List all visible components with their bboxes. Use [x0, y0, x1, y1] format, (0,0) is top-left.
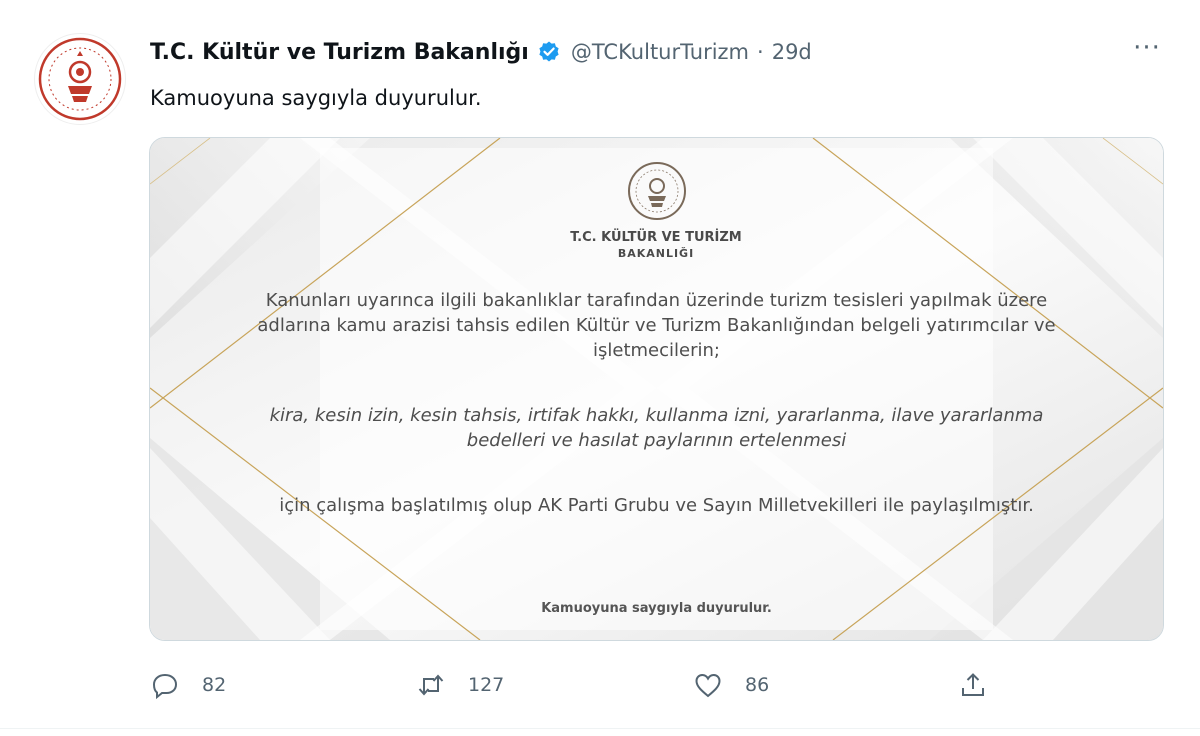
avatar[interactable] [34, 33, 126, 125]
tweet-text: Kamuoyuna saygıyla duyurulur. [150, 86, 482, 110]
divider [0, 728, 1200, 729]
retweet-count: 127 [468, 674, 505, 696]
organization-name-line2: BAKANLIĞI [617, 247, 695, 260]
notice-footer: Kamuoyuna saygıyla duyurulur. [541, 601, 772, 616]
reply-button[interactable]: 82 [150, 668, 226, 702]
like-count: 86 [745, 674, 770, 696]
notice-paragraph-2: kira, kesin izin, kesin tahsis, irtifak … [269, 405, 1044, 451]
more-icon[interactable]: ··· [1130, 35, 1164, 66]
like-button[interactable]: 86 [693, 668, 769, 702]
ministry-emblem-icon [628, 162, 686, 220]
author-name[interactable]: T.C. Kültür ve Turizm Bakanlığı [150, 40, 529, 65]
reply-icon [150, 670, 180, 700]
tweet-time[interactable]: 29d [772, 40, 812, 64]
share-icon [958, 670, 988, 700]
notice-paragraph-1: Kanunları uyarınca ilgili bakanlıklar ta… [257, 290, 1056, 361]
like-icon [693, 670, 723, 700]
verified-badge-icon [537, 40, 561, 64]
separator-dot: · [757, 40, 764, 64]
tweet-media-image[interactable]: T.C. KÜLTÜR VE TURİZM BAKANLIĞI Kanunlar… [149, 137, 1164, 641]
tweet-header: T.C. Kültür ve Turizm Bakanlığı @TCKultu… [150, 36, 812, 68]
share-button[interactable] [958, 668, 988, 702]
tweet[interactable]: T.C. Kültür ve Turizm Bakanlığı @TCKultu… [0, 0, 1200, 736]
ministry-logo-icon [38, 37, 122, 121]
organization-name-line1: T.C. KÜLTÜR VE TURİZM [570, 230, 742, 245]
reply-count: 82 [202, 674, 227, 696]
retweet-button[interactable]: 127 [416, 668, 504, 702]
notice-paragraph-3: için çalışma başlatılmış olup AK Parti G… [279, 495, 1034, 516]
retweet-icon [416, 670, 446, 700]
organization-name: T.C. KÜLTÜR VE TURİZM BAKANLIĞI [526, 230, 786, 262]
notice-content: T.C. KÜLTÜR VE TURİZM BAKANLIĞI Kanunlar… [150, 138, 1163, 640]
author-handle[interactable]: @TCKulturTurizm [571, 40, 749, 64]
